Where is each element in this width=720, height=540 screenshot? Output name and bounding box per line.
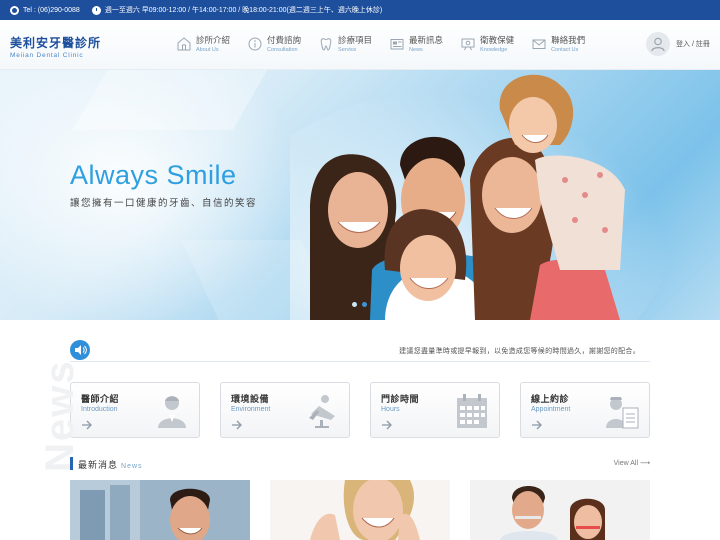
- view-all-label: View All: [613, 460, 638, 467]
- news-title-en: News: [121, 463, 143, 470]
- speaker-icon: [70, 340, 90, 360]
- slider-dot-active[interactable]: [362, 302, 367, 307]
- news-background-text: News: [38, 359, 82, 473]
- nav-label: 聯絡我們: [551, 35, 586, 45]
- nav-label: 最新訊息: [409, 35, 444, 45]
- phone-info: Tel : (06)290-0088: [10, 5, 80, 15]
- clock-icon: [91, 5, 101, 15]
- nav-knowledge[interactable]: 衛教保健 Knowledge: [460, 34, 514, 53]
- phone-icon: [10, 5, 19, 15]
- brand-logo[interactable]: 美利安牙醫診所 Meiian Dental Clinic: [10, 34, 101, 59]
- phone-text: Tel : (06)290-0088: [23, 6, 80, 14]
- card-subtitle: Hours: [381, 406, 400, 413]
- hours-text: 週一至週六 早09:00-12:00 / 午14:00-17:00 / 晚18:…: [104, 7, 383, 14]
- newspaper-icon: [390, 38, 404, 49]
- nav-news[interactable]: 最新訊息 News: [389, 34, 443, 53]
- presentation-icon: [461, 38, 475, 50]
- news-header: 最新消息 News View All ⟶: [70, 457, 650, 471]
- arrow-right-icon: [532, 420, 542, 430]
- news-image-brushing-family: [470, 480, 650, 540]
- nav-sublabel: About Us: [196, 47, 219, 53]
- nav-sublabel: Service: [338, 47, 357, 53]
- top-info-bar: Tel : (06)290-0088 週一至週六 早09:00-12:00 / …: [0, 0, 720, 20]
- news-thumb-1[interactable]: [70, 480, 250, 540]
- news-thumb-3[interactable]: [470, 480, 650, 540]
- nav-about[interactable]: 診所介紹 About Us: [176, 34, 230, 53]
- card-title: 門診時間: [381, 394, 420, 404]
- view-all-link[interactable]: View All ⟶: [614, 459, 650, 467]
- clinic-icon: [177, 36, 191, 50]
- avatar[interactable]: [646, 32, 670, 56]
- site-header: 美利安牙醫診所 Meiian Dental Clinic 診所介紹 About U…: [0, 20, 720, 70]
- card-environment[interactable]: 環境設備 Environment: [220, 382, 350, 438]
- user-icon: [651, 37, 665, 52]
- arrow-right-icon: [382, 420, 392, 430]
- slider-dot[interactable]: [352, 302, 357, 307]
- nurse-clipboard-icon: [606, 397, 639, 429]
- news-title: 最新消息 News: [78, 458, 143, 471]
- card-title: 醫師介紹: [81, 394, 120, 404]
- slider-dots: [352, 302, 372, 307]
- nav-consultation[interactable]: 付費諮詢 Consultation: [247, 34, 301, 53]
- nav-sublabel: Consultation: [267, 47, 298, 53]
- card-hours[interactable]: 門診時間 Hours: [370, 382, 500, 438]
- mail-icon: [532, 39, 546, 49]
- card-appointment[interactable]: 線上約診 Appointment: [520, 382, 650, 438]
- card-title: 環境設備: [231, 394, 270, 404]
- card-subtitle: Appointment: [531, 406, 571, 413]
- nav-label: 診所介紹: [196, 35, 231, 45]
- news-title-zh: 最新消息: [78, 460, 119, 470]
- calendar-icon: [457, 394, 487, 428]
- nav-label: 診療項目: [338, 35, 373, 45]
- brand-name: 美利安牙醫診所: [10, 36, 102, 50]
- long-arrow-icon: ⟶: [639, 460, 650, 467]
- login-register-link[interactable]: 登入 / 註冊: [676, 39, 710, 49]
- news-thumb-2[interactable]: [270, 480, 450, 540]
- nav-label: 付費諮詢: [267, 35, 302, 45]
- hero-subtitle: 讓您擁有一口健康的牙齒、自信的笑容: [70, 198, 258, 209]
- nav-sublabel: Knowledge: [480, 47, 508, 53]
- nav-service[interactable]: 診療項目 Service: [318, 34, 372, 53]
- card-title: 線上約診: [531, 394, 570, 404]
- nav-sublabel: News: [409, 47, 423, 53]
- doctor-icon: [158, 396, 186, 428]
- section-marker: [70, 457, 73, 470]
- dental-chair-icon: [309, 395, 335, 428]
- hero-title: Always Smile: [70, 160, 237, 190]
- main-nav: 診所介紹 About Us 付費諮詢 Consultation 診療項目 Servic…: [176, 34, 602, 53]
- hours-info: 週一至週六 早09:00-12:00 / 午14:00-17:00 / 晚18:…: [91, 5, 383, 15]
- nav-sublabel: Contact Us: [551, 47, 579, 53]
- card-introduction[interactable]: 醫師介紹 Introduction: [70, 382, 200, 438]
- family-photo: [290, 74, 670, 320]
- news-image-man: [70, 480, 250, 540]
- user-area[interactable]: 登入 / 註冊: [646, 32, 710, 56]
- card-subtitle: Environment: [231, 406, 271, 413]
- arrow-right-icon: [232, 420, 242, 430]
- brand-name-en: Meiian Dental Clinic: [10, 52, 84, 59]
- card-subtitle: Introduction: [81, 406, 118, 413]
- hero-banner: Always Smile 讓您擁有一口健康的牙齒、自信的笑容: [0, 70, 720, 320]
- notice-bar: 建議您盡量準時或提早報到，以免造成您等候的時間過久，謝謝您的配合。: [70, 340, 650, 362]
- quick-cards: 醫師介紹 Introduction 環境設備 Environment 門診時間 …: [70, 382, 670, 438]
- nav-contact[interactable]: 聯絡我們 Contact Us: [531, 34, 585, 53]
- notice-text: 建議您盡量準時或提早報到，以免造成您等候的時間過久，謝謝您的配合。: [399, 348, 640, 355]
- info-icon: [248, 37, 262, 50]
- nav-label: 衛教保健: [480, 35, 515, 45]
- tooth-icon: [320, 37, 332, 51]
- news-image-woman-flossing: [270, 480, 450, 540]
